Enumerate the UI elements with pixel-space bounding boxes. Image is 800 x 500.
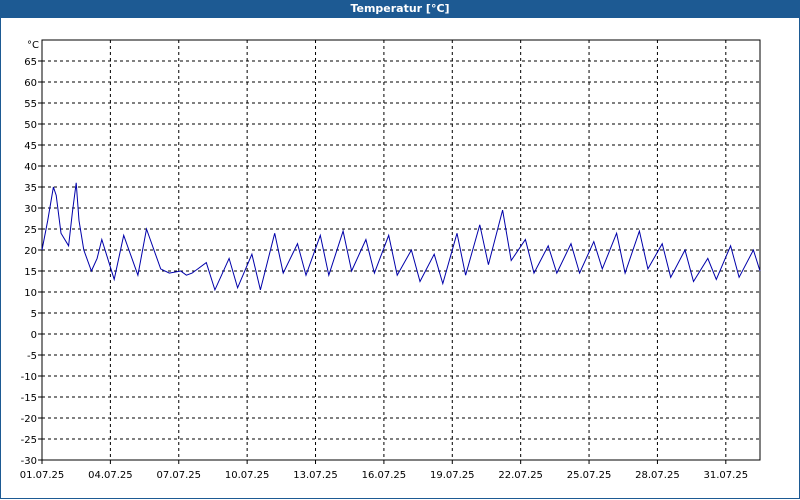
y-tick-label: -20	[21, 414, 37, 425]
y-tick-label: -30	[21, 456, 37, 467]
y-tick-label: -5	[27, 351, 37, 362]
x-tick-label: 31.07.25	[704, 470, 749, 481]
y-tick-label: 30	[24, 204, 37, 215]
y-tick-label: -10	[21, 372, 37, 383]
x-tick-label: 28.07.25	[635, 470, 680, 481]
y-tick-label: 5	[31, 309, 37, 320]
x-tick-label: 01.07.25	[20, 470, 65, 481]
y-tick-label: 25	[24, 225, 37, 236]
x-tick-label: 10.07.25	[225, 470, 270, 481]
y-tick-label: 45	[24, 141, 37, 152]
y-tick-label: 60	[24, 78, 37, 89]
x-axis: 01.07.25 04.07.25 07.07.25 10.07.25 13.07.25…	[20, 460, 748, 481]
y-axis-unit-label: °C	[27, 40, 39, 51]
y-tick-label: 65	[24, 57, 37, 68]
y-tick-label: 50	[24, 120, 37, 131]
y-tick-label: 55	[24, 99, 37, 110]
y-tick-label: 10	[24, 288, 37, 299]
temperature-chart: -30 -25 -20 -15 -10 -5 0 5 10 15 20 25 30 35 40 45 50 55 6…	[20, 39, 761, 481]
y-tick-label: -25	[21, 435, 37, 446]
x-tick-label: 04.07.25	[88, 470, 133, 481]
y-tick-label: -15	[21, 393, 37, 404]
x-tick-label: 22.07.25	[498, 470, 543, 481]
x-tick-label: 19.07.25	[430, 470, 475, 481]
x-tick-label: 25.07.25	[567, 470, 612, 481]
plot-area-border	[41, 39, 761, 461]
grid-lines	[41, 40, 760, 461]
x-tick-label: 13.07.25	[293, 470, 338, 481]
y-tick-label: 40	[24, 162, 37, 173]
y-tick-label: 35	[24, 183, 37, 194]
y-tick-label: 0	[31, 330, 37, 341]
y-tick-label: 20	[24, 246, 37, 257]
x-tick-label: 16.07.25	[362, 470, 407, 481]
y-axis: -30 -25 -20 -15 -10 -5 0 5 10 15 20 25 30 35 40 45 50 55 6…	[21, 57, 42, 467]
y-tick-label: 15	[24, 267, 37, 278]
temperature-series-line	[41, 182, 761, 292]
x-tick-label: 07.07.25	[156, 470, 201, 481]
